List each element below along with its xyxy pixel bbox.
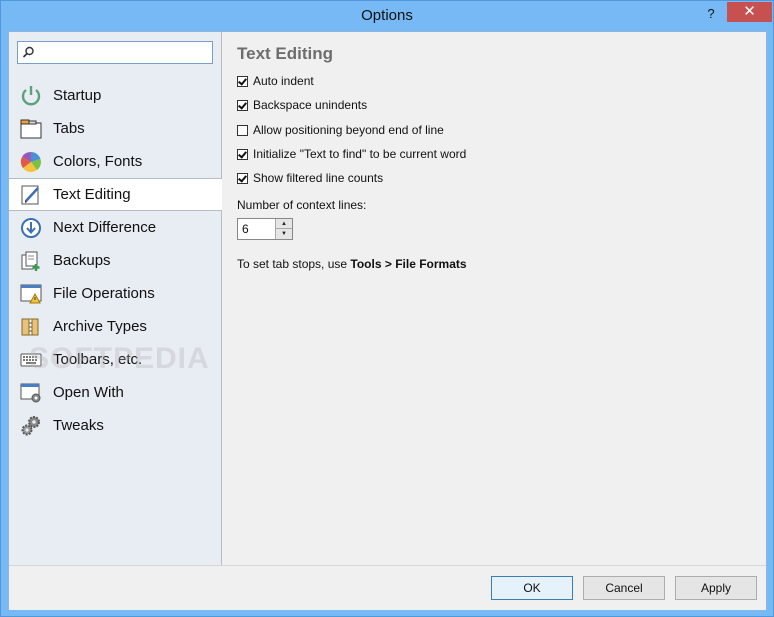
apply-button[interactable]: Apply (675, 576, 757, 600)
button-bar: OK Cancel Apply (9, 565, 766, 610)
sidebar-item-label: Toolbars, etc. (53, 351, 143, 368)
checkbox-label: Allow positioning beyond end of line (253, 123, 444, 137)
sidebar-item-toolbars[interactable]: Toolbars, etc. (9, 343, 221, 376)
checkbox-box[interactable] (237, 75, 248, 87)
sidebar-item-label: Open With (53, 384, 124, 401)
checkbox-box[interactable] (237, 124, 248, 136)
initialize-text-to-find-checkbox[interactable]: Initialize "Text to find" to be current … (237, 146, 466, 162)
arrow-down-circle-icon (18, 215, 44, 241)
file-warning-icon (18, 281, 44, 307)
increment-button[interactable]: ▲ (276, 219, 292, 229)
search-icon (22, 46, 34, 58)
page-title: Text Editing (237, 44, 334, 63)
sidebar-item-next-difference[interactable]: Next Difference (9, 211, 221, 244)
sidebar-item-label: Tabs (53, 120, 85, 137)
sidebar: Startup Tabs Colors, Fonts Text Editing … (9, 32, 222, 565)
sidebar-item-label: Next Difference (53, 219, 157, 236)
sidebar-item-colors-fonts[interactable]: Colors, Fonts (9, 145, 221, 178)
dialog-client: Startup Tabs Colors, Fonts Text Editing … (8, 31, 767, 610)
sidebar-item-tabs[interactable]: Tabs (9, 112, 221, 145)
auto-indent-checkbox[interactable]: Auto indent (237, 73, 314, 89)
close-button[interactable]: ✕ (727, 2, 772, 22)
checkbox-box[interactable] (237, 99, 248, 111)
help-button[interactable]: ? (701, 5, 721, 23)
tab-stops-hint-path: Tools > File Formats (350, 257, 467, 271)
show-filtered-line-counts-checkbox[interactable]: Show filtered line counts (237, 170, 383, 186)
sidebar-item-label: File Operations (53, 285, 155, 302)
checkbox-label: Auto indent (253, 74, 314, 88)
sidebar-item-file-operations[interactable]: File Operations (9, 277, 221, 310)
power-icon (18, 83, 44, 109)
sidebar-item-label: Tweaks (53, 417, 104, 434)
sidebar-item-backups[interactable]: Backups (9, 244, 221, 277)
context-lines-stepper[interactable]: 6 ▲ ▼ (237, 218, 293, 240)
allow-positioning-checkbox[interactable]: Allow positioning beyond end of line (237, 122, 444, 138)
sidebar-item-label: Backups (53, 252, 111, 269)
checkbox-box[interactable] (237, 148, 248, 160)
options-window: Options ? ✕ Startup Tabs Colors, Fonts T… (0, 0, 774, 617)
decrement-button[interactable]: ▼ (276, 229, 292, 239)
checkbox-label: Initialize "Text to find" to be current … (253, 147, 467, 161)
settings-panel: Text Editing Auto indent Backspace unind… (223, 32, 766, 565)
keyboard-icon (18, 347, 44, 373)
category-list: Startup Tabs Colors, Fonts Text Editing … (9, 79, 222, 442)
checkbox-box[interactable] (237, 172, 248, 184)
backspace-unindents-checkbox[interactable]: Backspace unindents (237, 97, 367, 113)
sidebar-item-open-with[interactable]: Open With (9, 376, 221, 409)
sidebar-item-label: Colors, Fonts (53, 153, 143, 170)
stepper-buttons: ▲ ▼ (275, 219, 292, 239)
sidebar-item-archive-types[interactable]: Archive Types (9, 310, 221, 343)
window-title: Options (361, 7, 413, 24)
context-lines-value[interactable]: 6 (242, 222, 249, 236)
search-input[interactable] (17, 41, 213, 64)
context-lines-label: Number of context lines: (237, 198, 367, 212)
sidebar-item-label: Archive Types (53, 318, 147, 335)
sidebar-item-text-editing[interactable]: Text Editing (9, 178, 222, 211)
gears-icon (18, 413, 44, 439)
checkbox-label: Show filtered line counts (253, 171, 384, 185)
pencil-icon (18, 182, 44, 208)
title-bar[interactable]: Options ? ✕ (1, 1, 773, 31)
tab-stops-hint-text: To set tab stops, use (237, 257, 351, 271)
backup-icon (18, 248, 44, 274)
sidebar-item-tweaks[interactable]: Tweaks (9, 409, 221, 442)
sidebar-item-startup[interactable]: Startup (9, 79, 221, 112)
checkbox-label: Backspace unindents (253, 98, 368, 112)
cancel-button[interactable]: Cancel (583, 576, 665, 600)
palette-icon (18, 149, 44, 175)
window-gear-icon (18, 380, 44, 406)
ok-button[interactable]: OK (491, 576, 573, 600)
tab-stops-hint: To set tab stops, use Tools > File Forma… (237, 257, 467, 271)
sidebar-item-label: Text Editing (53, 186, 131, 203)
sidebar-item-label: Startup (53, 87, 102, 104)
archive-icon (18, 314, 44, 340)
tabs-icon (18, 116, 44, 142)
